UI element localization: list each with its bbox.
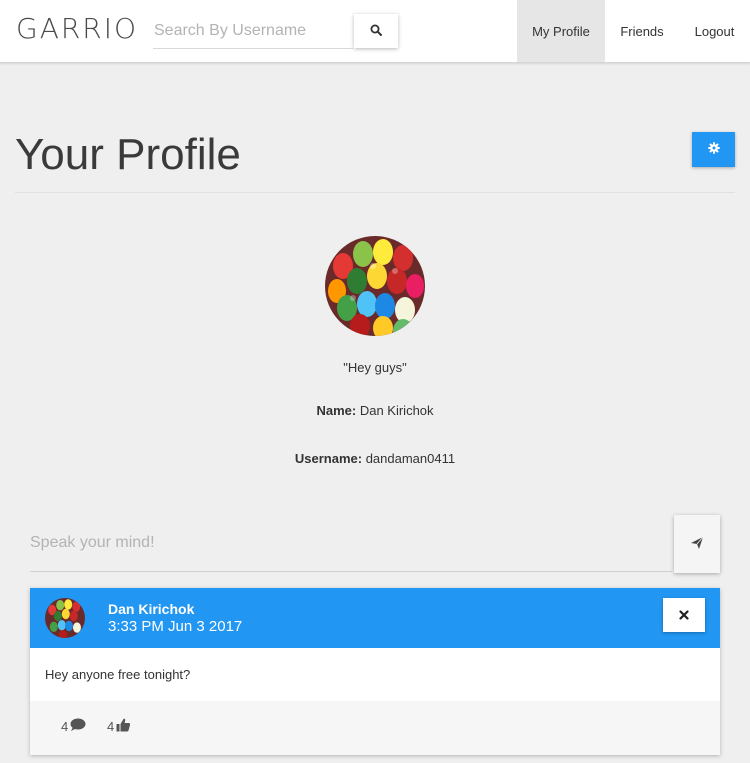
post-footer: 4 4 [30, 701, 720, 755]
comment-icon [70, 718, 86, 735]
page-title: Your Profile [15, 130, 241, 179]
username-label: Username: [294, 451, 363, 466]
search-button[interactable] [354, 14, 398, 48]
profile-avatar [325, 236, 425, 336]
thumbs-up-icon [116, 718, 131, 735]
comments-button[interactable]: 4 [61, 718, 86, 735]
navbar: GARRIO My Profile Friends Logout [0, 0, 750, 63]
close-icon [679, 608, 689, 623]
profile-status: "Hey guys" [343, 360, 407, 375]
delete-post-button[interactable] [663, 598, 705, 632]
search-icon [370, 24, 382, 39]
nav-my-profile[interactable]: My Profile [517, 0, 605, 62]
username-value: dandaman0411 [365, 451, 456, 466]
profile-username: Username: dandaman0411 [0, 451, 750, 466]
paper-plane-icon [690, 536, 704, 553]
likes-count: 4 [107, 719, 115, 734]
post-card: Dan Kirichok 3:33 PM Jun 3 2017 Hey anyo… [30, 588, 720, 755]
name-label: Name: [316, 403, 357, 418]
search-input[interactable] [153, 14, 353, 49]
post-author[interactable]: Dan Kirichok [108, 601, 194, 617]
send-post-button[interactable] [674, 515, 720, 573]
settings-button[interactable] [692, 132, 735, 167]
nav-friends[interactable]: Friends [605, 0, 679, 62]
likes-button[interactable]: 4 [107, 718, 131, 735]
gear-icon [707, 142, 720, 157]
post-input[interactable] [30, 514, 672, 572]
name-value: Dan Kirichok [359, 403, 434, 418]
comments-count: 4 [61, 719, 69, 734]
post-body: Hey anyone free tonight? [45, 667, 191, 682]
post-header: Dan Kirichok 3:33 PM Jun 3 2017 [30, 588, 720, 648]
post-author-avatar [45, 598, 85, 638]
brand-logo[interactable]: GARRIO [16, 12, 138, 45]
nav-logout[interactable]: Logout [679, 0, 750, 62]
profile-name: Name: Dan Kirichok [0, 403, 750, 418]
header-divider [15, 192, 735, 193]
post-timestamp: 3:33 PM Jun 3 2017 [108, 618, 243, 635]
